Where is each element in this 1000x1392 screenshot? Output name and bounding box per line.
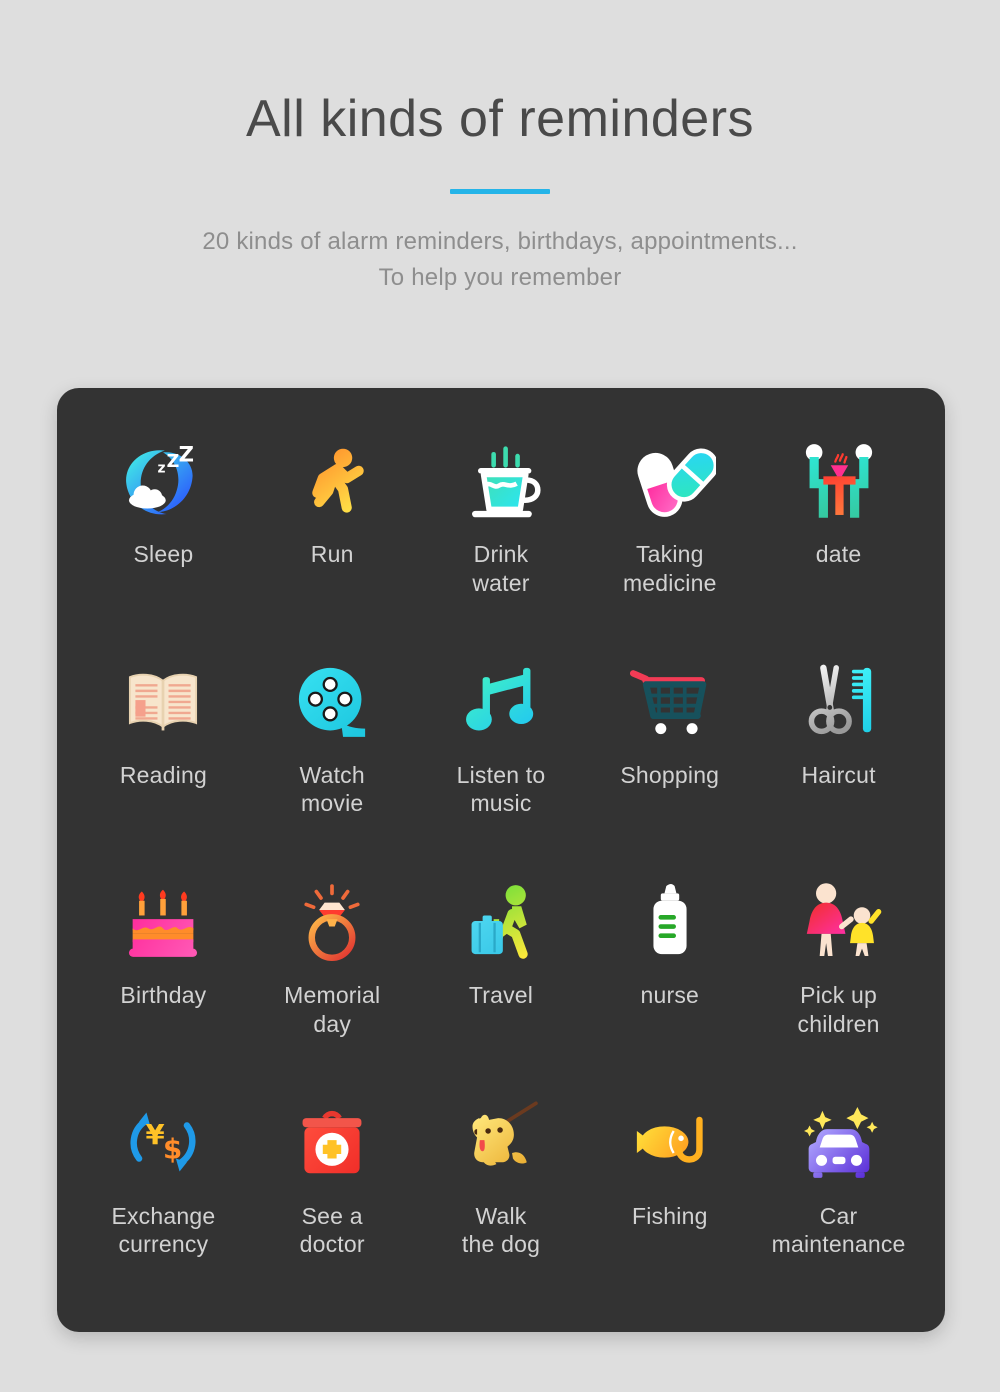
- reminders-page: All kinds of reminders 20 kinds of alarm…: [0, 0, 1000, 1392]
- reminder-item[interactable]: Shopping: [585, 643, 754, 864]
- reminder-item-label: Haircut: [801, 761, 876, 788]
- reminder-item[interactable]: Car maintenance: [754, 1084, 923, 1305]
- reminders-card: zZZ Sleep Run Drink water Taking medicin…: [57, 388, 945, 1332]
- reminder-item-label: Reading: [119, 761, 207, 788]
- reminder-item-label: Run: [310, 541, 354, 567]
- reminder-item-label: Travel: [468, 982, 534, 1008]
- pills-icon: [622, 432, 718, 528]
- reminder-item-label: Shopping: [620, 761, 720, 788]
- reminder-item[interactable]: Reading: [79, 643, 248, 864]
- reminder-item-label: Car maintenance: [771, 1202, 906, 1258]
- birthday-cake-icon: [115, 873, 211, 969]
- reminder-item[interactable]: Fishing: [585, 1084, 754, 1305]
- open-book-icon: [115, 653, 211, 749]
- title-divider-wrap: [0, 188, 1000, 194]
- reminder-item[interactable]: Watch movie: [248, 643, 417, 864]
- svg-text:¥: ¥: [146, 1117, 165, 1150]
- reminder-item[interactable]: nurse: [585, 863, 754, 1084]
- reminder-item-label: date: [815, 541, 862, 567]
- reminder-item[interactable]: Travel: [417, 863, 586, 1084]
- svg-text:Z: Z: [179, 442, 194, 467]
- film-reel-icon: [284, 653, 380, 749]
- reminder-item-label: Fishing: [632, 1202, 708, 1229]
- scissors-comb-icon: [791, 653, 887, 749]
- svg-text:$: $: [163, 1132, 182, 1165]
- reminder-item-label: Exchange currency: [111, 1202, 216, 1258]
- reminder-item-label: See a doctor: [299, 1202, 365, 1258]
- page-header: All kinds of reminders 20 kinds of alarm…: [0, 0, 1000, 297]
- medical-kit-icon: [284, 1094, 380, 1190]
- title-divider: [450, 188, 550, 194]
- reminder-item-label: Taking medicine: [622, 541, 717, 596]
- reminder-item[interactable]: Listen to music: [417, 643, 586, 864]
- reminder-item-label: Birthday: [120, 982, 207, 1008]
- shopping-cart-icon: [622, 653, 718, 749]
- reminder-item[interactable]: Birthday: [79, 863, 248, 1084]
- reminder-item[interactable]: Run: [248, 422, 417, 643]
- svg-text:Z: Z: [167, 452, 180, 472]
- subtitle-line-2: To help you remember: [378, 264, 622, 292]
- music-note-icon: [453, 653, 549, 749]
- currency-exchange-icon: ¥ $: [115, 1094, 211, 1190]
- parent-child-icon: [791, 873, 887, 969]
- reminders-grid: zZZ Sleep Run Drink water Taking medicin…: [79, 422, 923, 1304]
- page-subtitle: 20 kinds of alarm reminders, birthdays, …: [0, 224, 1000, 297]
- date-dining-icon: [791, 432, 887, 528]
- reminder-item-label: Pick up children: [797, 982, 880, 1037]
- reminder-item-label: Drink water: [472, 541, 530, 596]
- reminder-item[interactable]: See a doctor: [248, 1084, 417, 1305]
- fish-hook-icon: [622, 1094, 718, 1190]
- water-cup-icon: [453, 432, 549, 528]
- reminder-item-label: Watch movie: [299, 761, 365, 817]
- reminder-item-label: Memorial day: [284, 982, 381, 1037]
- sleep-moon-icon: zZZ: [115, 432, 211, 528]
- reminder-item[interactable]: Memorial day: [248, 863, 417, 1084]
- diamond-ring-icon: [284, 873, 380, 969]
- reminder-item-label: Walk the dog: [461, 1202, 541, 1258]
- car-sparkle-icon: [791, 1094, 887, 1190]
- svg-text:z: z: [158, 461, 166, 477]
- reminder-item[interactable]: Pick up children: [754, 863, 923, 1084]
- reminder-item[interactable]: zZZ Sleep: [79, 422, 248, 643]
- reminder-item[interactable]: ¥ $ Exchange currency: [79, 1084, 248, 1305]
- subtitle-line-1: 20 kinds of alarm reminders, birthdays, …: [202, 227, 798, 255]
- reminder-item[interactable]: Walk the dog: [417, 1084, 586, 1305]
- traveler-suitcase-icon: [453, 873, 549, 969]
- reminder-item[interactable]: date: [754, 422, 923, 643]
- page-title: All kinds of reminders: [245, 90, 755, 148]
- reminder-item-label: Listen to music: [456, 761, 546, 817]
- reminder-item-label: nurse: [640, 982, 700, 1008]
- reminder-item[interactable]: Taking medicine: [585, 422, 754, 643]
- reminder-item[interactable]: Drink water: [417, 422, 586, 643]
- baby-bottle-icon: [622, 873, 718, 969]
- reminder-item[interactable]: Haircut: [754, 643, 923, 864]
- running-person-icon: [284, 432, 380, 528]
- dog-leash-icon: [453, 1094, 549, 1190]
- reminder-item-label: Sleep: [133, 541, 194, 567]
